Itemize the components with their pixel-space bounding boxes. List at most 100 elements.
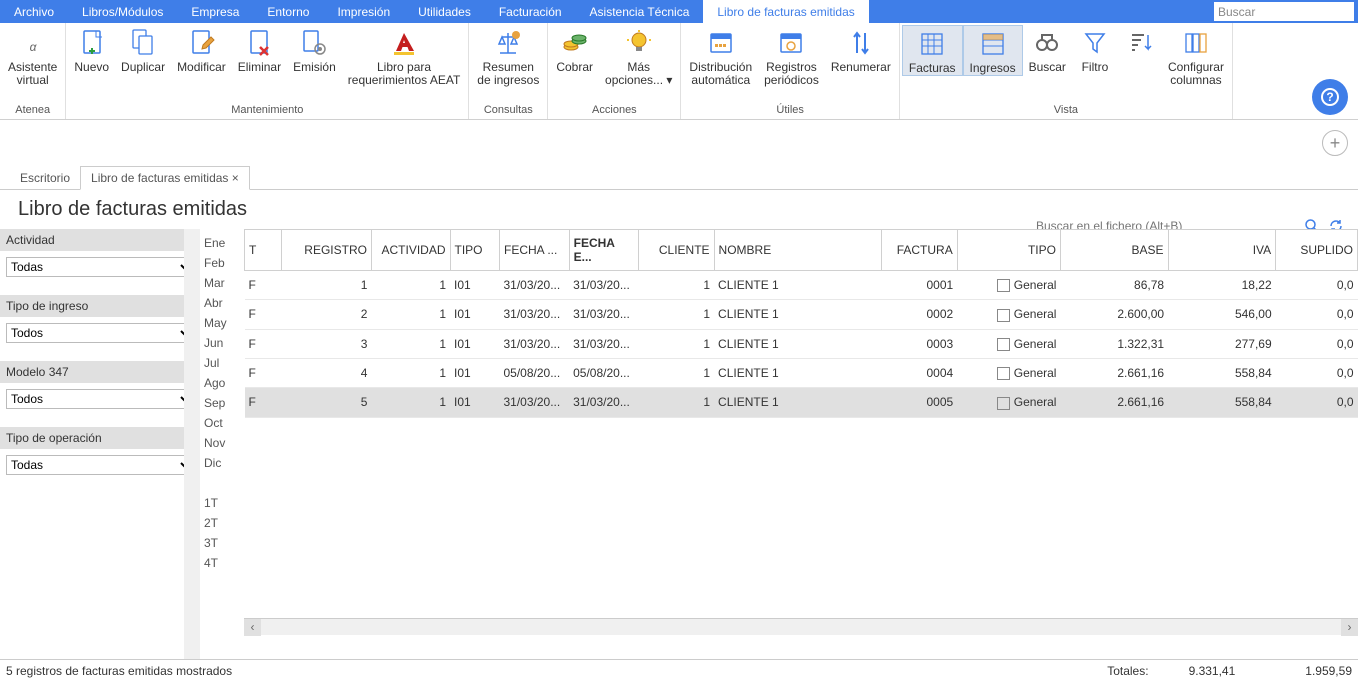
month-Feb[interactable]: Feb [204,253,244,273]
checkbox-icon[interactable] [997,338,1010,351]
table-row[interactable]: F31I0131/03/20...31/03/20...1CLIENTE 100… [245,329,1358,358]
ribbon-resumen[interactable]: Resumende ingresos [471,25,545,87]
ribbon-registros[interactable]: Registrosperiódicos [758,25,825,87]
aeat-icon [388,27,420,59]
cell: 31/03/20... [569,329,639,358]
ribbon-facturas[interactable]: Facturas [902,25,963,76]
ribbon-renumerar[interactable]: Renumerar [825,25,897,74]
filter-label: Modelo 347 [0,361,200,383]
ribbon-modificar[interactable]: Modificar [171,25,232,74]
ribbon-distribucion[interactable]: Distribuciónautomática [683,25,758,87]
ribbon-columnas[interactable]: Configurarcolumnas [1162,25,1230,87]
cell: F [245,358,282,387]
filter-actividad[interactable]: Todas [6,257,194,277]
scroll-left-icon[interactable]: ‹ [244,619,261,636]
ribbon-buscar[interactable]: Buscar [1023,25,1072,74]
ribbon-mas-opciones[interactable]: Másopciones... ▾ [599,25,678,87]
menu-impresin[interactable]: Impresión [323,0,404,23]
ribbon-eliminar[interactable]: Eliminar [232,25,287,74]
col-fecha[interactable]: FECHA ... [499,230,569,271]
checkbox-icon[interactable] [997,309,1010,322]
month-1T[interactable]: 1T [204,493,244,513]
col-suplido[interactable]: SUPLIDO [1276,230,1358,271]
month-Oct[interactable]: Oct [204,413,244,433]
col-tipo[interactable]: TIPO [957,230,1060,271]
ribbon-emision[interactable]: Emisión [287,25,342,74]
ribbon-ingresos[interactable]: Ingresos [963,25,1023,76]
scroll-right-icon[interactable]: › [1341,619,1358,636]
global-search[interactable]: Buscar [1214,2,1354,21]
menu-utilidades[interactable]: Utilidades [404,0,485,23]
table-row[interactable]: F51I0131/03/20...31/03/20...1CLIENTE 100… [245,388,1358,417]
cell: 1 [639,300,714,329]
ribbon-filtro[interactable]: Filtro [1072,25,1118,74]
calendar-dist-icon [705,27,737,59]
cell: 31/03/20... [499,271,569,300]
horizontal-scrollbar[interactable]: ‹ › [244,618,1358,635]
menu-entorno[interactable]: Entorno [253,0,323,23]
col-cliente[interactable]: CLIENTE [639,230,714,271]
add-button[interactable]: + [1322,130,1348,156]
month-3T[interactable]: 3T [204,533,244,553]
filter-tipodeoperacin[interactable]: Todas [6,455,194,475]
month-Jul[interactable]: Jul [204,353,244,373]
svg-text:α: α [29,40,37,54]
table-row[interactable]: F11I0131/03/20...31/03/20...1CLIENTE 100… [245,271,1358,300]
ribbon-label: Ingresos [970,62,1016,75]
col-fechae[interactable]: FECHA E... [569,230,639,271]
menu-archivo[interactable]: Archivo [0,0,68,23]
menu-asistenciatcnica[interactable]: Asistencia Técnica [576,0,704,23]
cell: 558,84 [1168,388,1276,417]
col-base[interactable]: BASE [1060,230,1168,271]
ribbon-cobrar[interactable]: Cobrar [550,25,599,74]
help-icon[interactable]: ? [1312,79,1348,115]
invoice-grid[interactable]: TREGISTROACTIVIDADTIPOFECHA ...FECHA E..… [244,229,1358,418]
filter-scrollbar[interactable] [184,229,200,659]
ribbon-libro-aeat[interactable]: Libro pararequerimientos AEAT [342,25,467,87]
col-registro[interactable]: REGISTRO [281,230,371,271]
cell: I01 [450,271,499,300]
doc-tab-1[interactable]: Libro de facturas emitidas × [80,166,250,190]
month-May[interactable]: May [204,313,244,333]
menu-facturacin[interactable]: Facturación [485,0,576,23]
month-Sep[interactable]: Sep [204,393,244,413]
ribbon-duplicar[interactable]: Duplicar [115,25,171,74]
month-Abr[interactable]: Abr [204,293,244,313]
menu-librosmdulos[interactable]: Libros/Módulos [68,0,177,23]
doc-tab-0[interactable]: Escritorio [10,167,80,189]
month-2T[interactable]: 2T [204,513,244,533]
cell: 1 [371,271,450,300]
ribbon-label: Eliminar [238,61,281,74]
ribbon-asistente[interactable]: αAsistentevirtual [2,25,63,87]
ribbon-nuevo[interactable]: Nuevo [68,25,115,74]
month-Nov[interactable]: Nov [204,433,244,453]
ribbon-orden[interactable] [1118,25,1162,61]
cell: 2.661,16 [1060,388,1168,417]
month-Ene[interactable]: Ene [204,233,244,253]
menu-librodefacturasemitidas[interactable]: Libro de facturas emitidas [703,0,868,23]
month-Dic[interactable]: Dic [204,453,244,473]
month-Jun[interactable]: Jun [204,333,244,353]
col-t[interactable]: T [245,230,282,271]
cell: F [245,271,282,300]
filter-modelo[interactable]: Todos [6,389,194,409]
checkbox-icon[interactable] [997,367,1010,380]
month-Ago[interactable]: Ago [204,373,244,393]
table-row[interactable]: F21I0131/03/20...31/03/20...1CLIENTE 100… [245,300,1358,329]
col-iva[interactable]: IVA [1168,230,1276,271]
total-iva: 1.959,59 [1305,664,1352,678]
menu-empresa[interactable]: Empresa [177,0,253,23]
filter-tipodeingreso[interactable]: Todos [6,323,194,343]
col-actividad[interactable]: ACTIVIDAD [371,230,450,271]
ribbon-label: Emisión [293,61,336,74]
checkbox-icon[interactable] [997,397,1010,410]
col-factura[interactable]: FACTURA [882,230,957,271]
month-4T[interactable]: 4T [204,553,244,573]
col-nombre[interactable]: NOMBRE [714,230,882,271]
month-Mar[interactable]: Mar [204,273,244,293]
doc-plus-icon [76,27,108,59]
calendar-rep-icon [775,27,807,59]
col-tipo[interactable]: TIPO [450,230,499,271]
checkbox-icon[interactable] [997,279,1010,292]
table-row[interactable]: F41I0105/08/20...05/08/20...1CLIENTE 100… [245,358,1358,387]
